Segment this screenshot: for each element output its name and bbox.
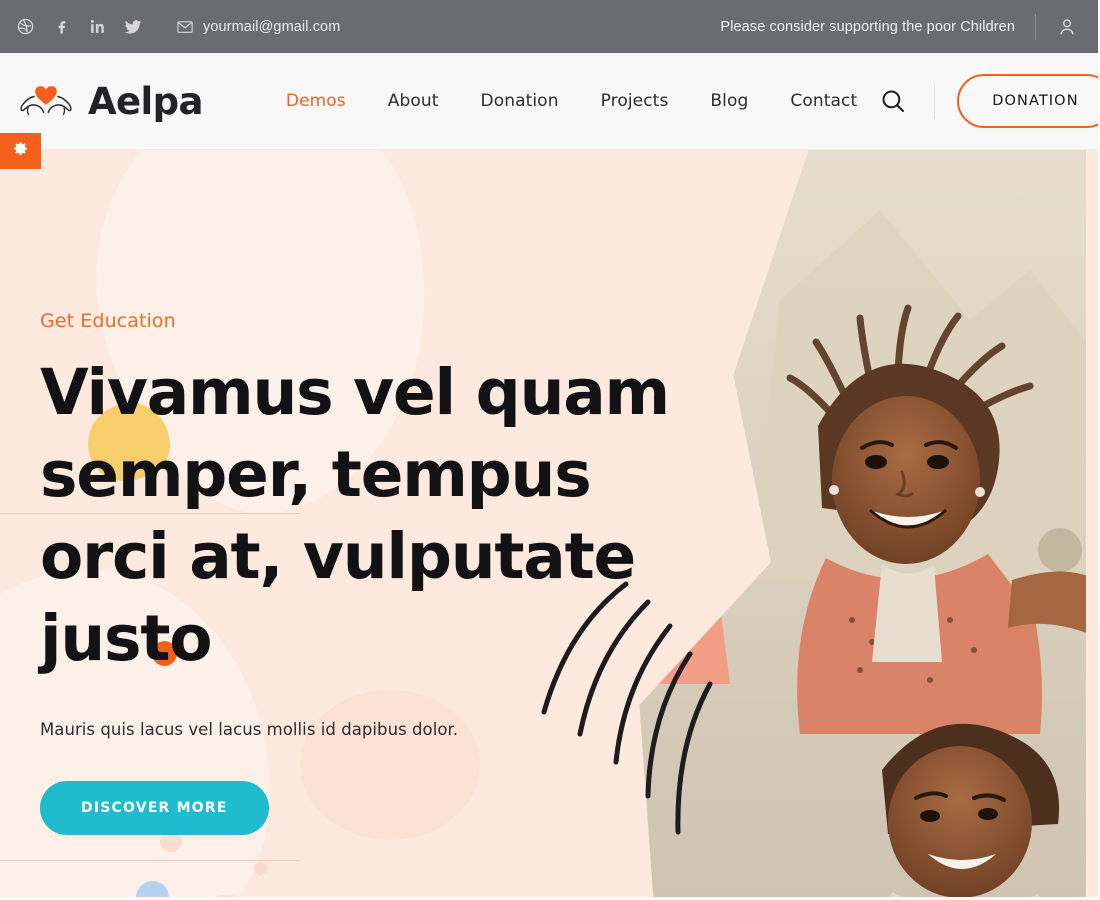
dribbble-icon[interactable]: [14, 16, 36, 38]
nav-item-contact[interactable]: Contact: [769, 83, 878, 119]
search-icon[interactable]: [878, 86, 908, 116]
primary-nav: Demos About Donation Projects Blog Conta…: [265, 83, 878, 119]
brand-name: Aelpa: [88, 79, 203, 123]
hero-title-line-2: semper, tempus: [40, 438, 592, 511]
nav-item-blog[interactable]: Blog: [689, 83, 769, 119]
settings-tab-button[interactable]: [0, 133, 41, 169]
nav-item-about[interactable]: About: [367, 83, 460, 119]
decor-dot-pink-xsmall: [254, 862, 267, 875]
social-links: [14, 16, 144, 38]
support-tagline: Please consider supporting the poor Chil…: [720, 18, 1015, 35]
hero-subtitle: Mauris quis lacus vel lacus mollis id da…: [40, 720, 459, 739]
email-link[interactable]: yourmail@gmail.com: [176, 18, 340, 36]
page-root: yourmail@gmail.com Please consider suppo…: [0, 0, 1100, 900]
nav-item-donation[interactable]: Donation: [460, 83, 580, 119]
topbar-right: Please consider supporting the poor Chil…: [720, 13, 1078, 40]
hero-title-line-3: orci at, vulputate: [40, 520, 636, 593]
brand-logo[interactable]: Aelpa: [14, 76, 203, 126]
header-divider: [934, 83, 936, 119]
donation-button[interactable]: DONATION: [957, 74, 1100, 128]
top-bar: yourmail@gmail.com Please consider suppo…: [0, 0, 1100, 53]
hero-title-line-4: justo: [40, 602, 213, 675]
linkedin-icon[interactable]: [86, 16, 108, 38]
nav-item-demos[interactable]: Demos: [265, 83, 367, 119]
twitter-icon[interactable]: [122, 16, 144, 38]
header-actions: DONATION: [878, 74, 1100, 128]
facebook-icon[interactable]: [50, 16, 72, 38]
email-text: yourmail@gmail.com: [203, 18, 341, 35]
gear-icon: [12, 140, 29, 162]
discover-more-button[interactable]: DISCOVER MORE: [40, 781, 269, 835]
heart-in-hands-icon: [14, 76, 78, 126]
hero-rule-bottom: [0, 860, 300, 861]
nav-item-projects[interactable]: Projects: [580, 83, 690, 119]
hero-eyebrow: Get Education: [40, 310, 176, 332]
hero-title: Vivamus vel quam semper, tempus orci at,…: [40, 352, 680, 680]
main-header: Aelpa Demos About Donation Projects Blog…: [0, 53, 1100, 150]
hero-content: Get Education Vivamus vel quam semper, t…: [40, 310, 680, 835]
hero-section: Get Education Vivamus vel quam semper, t…: [0, 150, 1100, 900]
user-icon[interactable]: [1056, 16, 1078, 38]
hero-title-line-1: Vivamus vel quam: [40, 356, 670, 429]
topbar-divider: [1035, 13, 1036, 40]
envelope-icon: [176, 18, 194, 36]
